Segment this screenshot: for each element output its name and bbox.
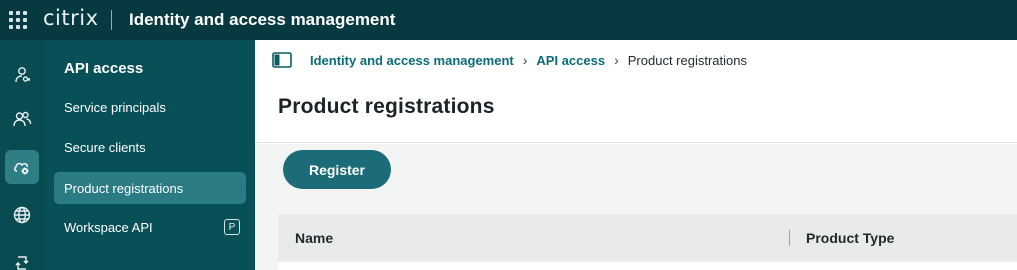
content-area: Register Name Product Type [255,144,1017,270]
sidebar-item-label: Secure clients [64,139,146,155]
topbar-divider [111,10,112,30]
page-header: Identity and access management › API acc… [255,40,1017,143]
rail-item-user-key[interactable] [5,58,39,92]
rail-item-globe[interactable] [5,198,39,232]
sidebar-item-secure-clients[interactable]: Secure clients [54,131,246,163]
column-resize-handle[interactable] [789,230,790,246]
sidebar-item-workspace-api[interactable]: Workspace API P [54,211,246,243]
rail-item-api-access[interactable] [5,150,39,184]
breadcrumb-link-iam[interactable]: Identity and access management [310,53,514,68]
rail-item-users[interactable] [5,102,39,136]
sidebar-section-title: API access [64,60,144,77]
registrations-table: Name Product Type [278,214,1017,270]
breadcrumb-separator: › [614,52,619,68]
sync-icon [15,256,29,270]
app-title: Identity and access management [129,10,396,29]
users-icon [13,111,32,127]
register-button[interactable]: Register [283,150,391,189]
cloud-gear-icon [14,162,29,175]
column-header-product-type[interactable]: Product Type [806,214,894,262]
column-header-name[interactable]: Name [295,214,333,262]
page-title: Product registrations [278,95,495,118]
sidebar-item-service-principals[interactable]: Service principals [54,91,246,123]
api-access-sidebar: API access Service principals Secure cli… [44,40,255,270]
icon-rail [0,40,44,270]
citrix-logo[interactable]: citrix [43,6,99,30]
globe-icon [13,206,31,224]
sidebar-item-label: Service principals [64,99,166,115]
breadcrumb-current: Product registrations [627,52,747,68]
breadcrumb: Identity and access management › API acc… [310,52,747,68]
sidebar-item-label: Product registrations [64,180,184,196]
sidebar-item-label: Workspace API [64,219,153,235]
sidebar-item-product-registrations[interactable]: Product registrations [54,172,246,204]
top-bar: citrix Identity and access management [0,0,1017,40]
breadcrumb-separator: › [522,52,528,68]
panel-toggle-icon[interactable] [272,52,292,68]
table-header: Name Product Type [278,214,1017,262]
user-key-icon [15,67,30,83]
preview-badge: P [224,219,240,235]
breadcrumb-link-api-access[interactable]: API access [536,53,605,68]
rail-item-sync[interactable] [5,246,39,270]
main-content: Identity and access management › API acc… [255,40,1017,270]
app-grid-icon[interactable] [9,11,27,29]
